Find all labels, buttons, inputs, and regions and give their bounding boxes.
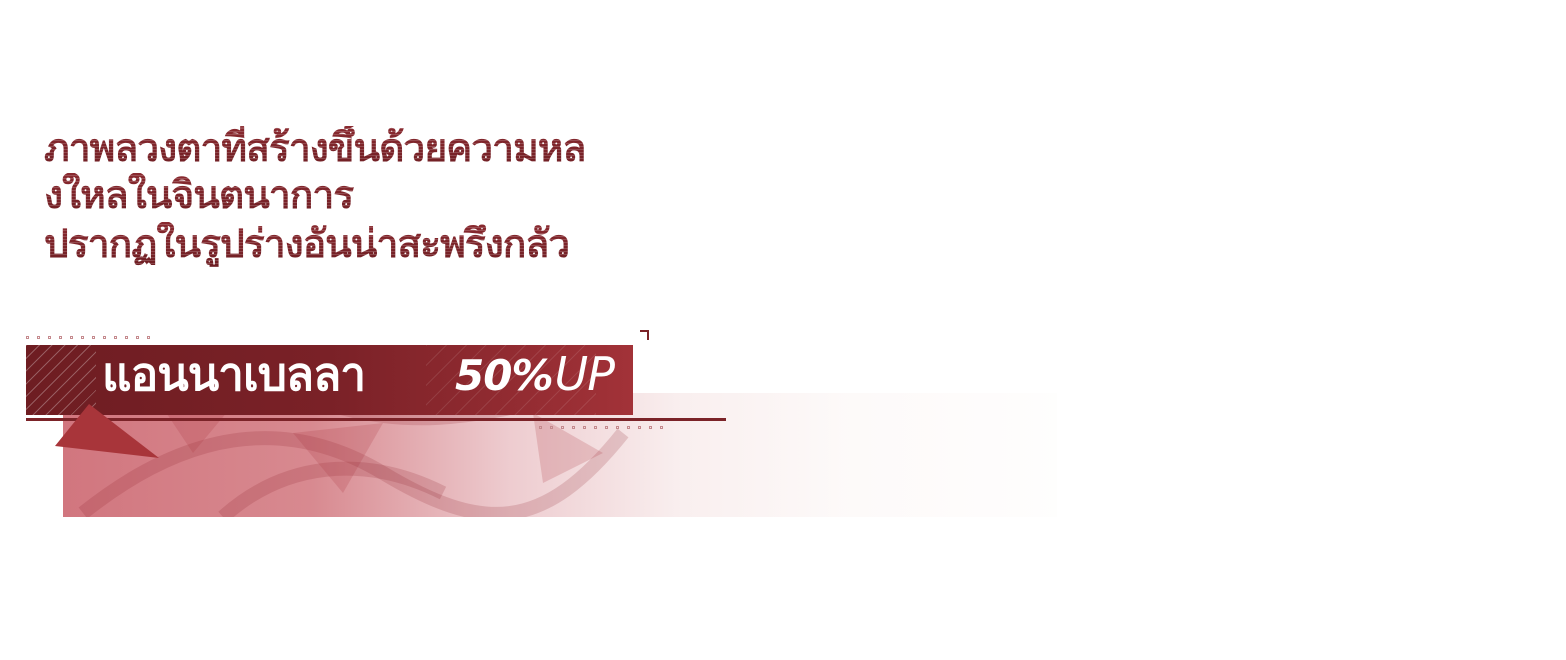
character-name: แอนนาเบลลา <box>102 347 366 401</box>
headline-block: ภาพลวงตาที่สร้างขึ้นด้วยความหล งใหลในจิน… <box>44 126 744 267</box>
accent-triangle-icon <box>55 404 159 458</box>
headline-line-2: งใหลในจินตนาการ <box>44 173 744 218</box>
headline-line-1: ภาพลวงตาที่สร้างขึ้นด้วยความหล <box>44 126 744 171</box>
boost-badge: 50%UP <box>455 347 615 403</box>
decor-dot-row-bottom <box>539 426 663 429</box>
boost-percent: 50% <box>455 351 554 400</box>
decor-dot-row-top <box>26 336 150 339</box>
boost-label: UP <box>554 347 615 401</box>
headline-line-3: ปรากฏในรูปร่างอันน่าสะพรึงกลัว <box>44 222 744 267</box>
corner-bracket-mark <box>640 330 649 340</box>
card-stage: ภาพลวงตาที่สร้างขึ้นด้วยความหล งใหลในจิน… <box>0 0 1566 660</box>
